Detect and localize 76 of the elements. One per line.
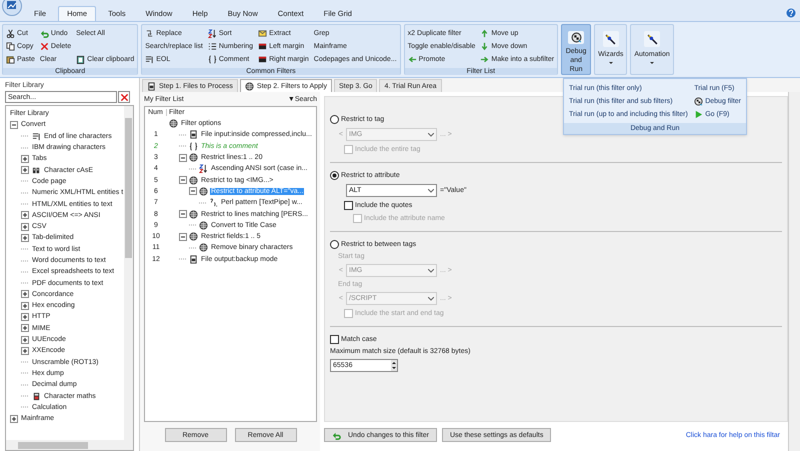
sort-icon <box>199 164 208 174</box>
copy-icon <box>6 42 15 51</box>
clear-search-button[interactable] <box>118 91 130 103</box>
undo-arrow-icon <box>332 430 341 440</box>
collapse-icon[interactable] <box>10 120 18 129</box>
braces-icon <box>208 55 217 64</box>
expand-icon[interactable] <box>21 312 29 321</box>
left-arrow-icon <box>408 55 417 64</box>
radio-button[interactable] <box>330 240 339 249</box>
expand-icon[interactable] <box>21 290 29 298</box>
checkbox[interactable] <box>344 201 353 210</box>
globe-icon <box>189 210 198 219</box>
down-arrow-icon <box>480 42 490 51</box>
scrollbar[interactable] <box>788 92 800 451</box>
pattern-icon <box>209 198 218 208</box>
line-end-icon <box>145 55 154 64</box>
globe-icon <box>244 82 254 90</box>
letter-case-icon <box>32 166 41 175</box>
paste-icon <box>6 55 15 64</box>
delete-icon <box>120 92 128 102</box>
line-end-icon <box>32 132 41 141</box>
checkered-gear-icon <box>570 32 582 43</box>
radio-button[interactable] <box>330 171 339 180</box>
expand-icon[interactable] <box>21 234 29 242</box>
globe-icon <box>199 220 208 230</box>
checkered-gear-icon <box>694 97 704 106</box>
margin-icon <box>258 42 268 51</box>
expand-icon[interactable] <box>10 414 18 423</box>
collapse-icon[interactable] <box>179 232 187 241</box>
replace-icon <box>145 29 154 38</box>
up-arrow-icon <box>480 29 490 38</box>
collapse-icon[interactable] <box>179 154 187 162</box>
delete-icon <box>40 42 49 51</box>
spinner-icon <box>391 360 397 371</box>
expand-icon[interactable] <box>21 154 29 163</box>
expand-icon[interactable] <box>21 324 29 332</box>
expand-icon[interactable] <box>21 346 29 355</box>
clipboard-icon <box>76 55 86 64</box>
globe-icon <box>189 232 198 242</box>
envelope-icon <box>258 29 268 38</box>
checkbox[interactable] <box>330 335 339 344</box>
expand-icon[interactable] <box>21 302 29 310</box>
play-icon <box>694 110 704 119</box>
collapse-icon[interactable] <box>179 176 187 184</box>
scrollbar[interactable] <box>124 106 133 440</box>
numbered-list-icon <box>208 42 217 51</box>
calculator-icon <box>32 392 41 401</box>
chevron-down-icon <box>428 296 434 300</box>
globe-icon <box>199 186 208 196</box>
expand-icon[interactable] <box>21 222 29 231</box>
radio-button[interactable] <box>330 115 339 124</box>
scissors-icon <box>6 29 15 38</box>
chevron-down-icon <box>428 268 434 272</box>
expand-icon[interactable] <box>21 211 29 220</box>
globe-icon <box>189 176 198 185</box>
sort-icon <box>208 29 217 38</box>
collapse-icon[interactable] <box>189 187 197 196</box>
chevron-down-icon <box>428 132 434 136</box>
collapse-icon[interactable] <box>179 210 187 218</box>
undo-arrow-icon <box>40 29 49 38</box>
help-icon[interactable] <box>786 8 796 18</box>
margin-icon <box>258 55 268 64</box>
globe-icon <box>189 153 198 162</box>
expand-icon[interactable] <box>21 336 29 344</box>
wand-icon <box>646 34 658 44</box>
document-icon <box>189 130 198 140</box>
document-icon <box>189 254 198 264</box>
app-logo-icon <box>2 0 22 16</box>
right-arrow-icon <box>480 55 490 64</box>
braces-icon <box>189 142 198 151</box>
scrollbar[interactable] <box>6 440 133 450</box>
wand-icon <box>605 34 616 44</box>
globe-icon <box>199 243 208 252</box>
globe-icon <box>169 119 178 128</box>
chevron-down-icon <box>428 188 434 192</box>
expand-icon[interactable] <box>21 166 29 174</box>
